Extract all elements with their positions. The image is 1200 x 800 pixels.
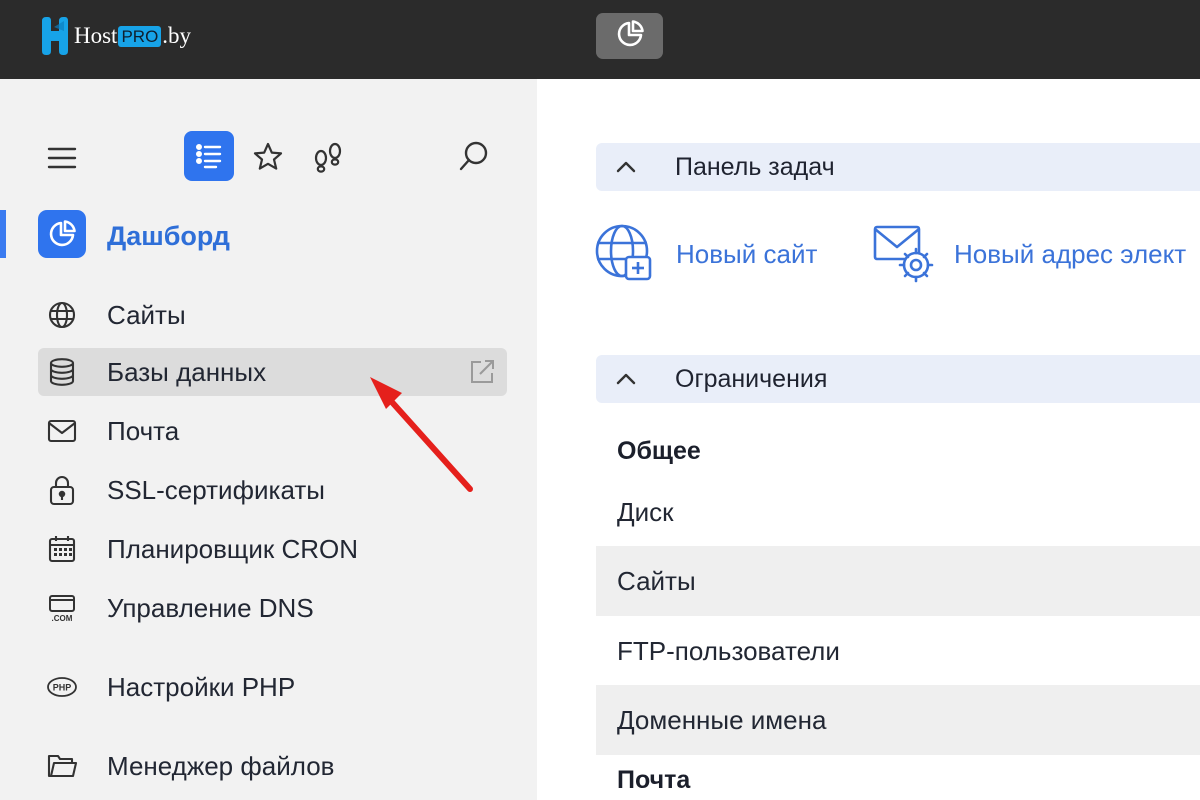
svg-text:.COM: .COM	[52, 614, 73, 623]
limits-row-ftp-users: FTP-пользователи	[596, 616, 1200, 686]
sidebar-item-dns[interactable]: .COM Управление DNS	[38, 584, 507, 632]
limits-title: Ограничения	[675, 364, 828, 393]
limits-row-general: Общее	[596, 416, 1200, 486]
folder-icon	[38, 742, 86, 790]
sidebar-item-cron[interactable]: Планировщик CRON	[38, 525, 507, 573]
limits-row-label: Доменные имена	[617, 704, 827, 735]
mail-gear-icon	[872, 221, 934, 288]
dns-icon: .COM	[38, 584, 86, 632]
pie-chart-icon	[615, 19, 645, 54]
limits-row-sites: Сайты	[596, 546, 1200, 616]
logo-name-pro: PRO	[118, 25, 162, 47]
chevron-up-icon[interactable]	[596, 372, 656, 386]
logo-name-domain: .by	[162, 23, 192, 48]
new-email-label: Новый адрес элект	[954, 238, 1187, 269]
svg-text:PHP: PHP	[53, 683, 72, 693]
globe-icon	[38, 291, 86, 339]
sidebar-item-sites[interactable]: Сайты	[38, 291, 507, 339]
star-icon[interactable]	[248, 135, 288, 179]
mail-icon	[38, 407, 86, 455]
top-dashboard-button[interactable]	[596, 13, 663, 59]
limits-group-label: Почта	[617, 766, 691, 794]
sidebar-item-label: Базы данных	[107, 356, 267, 387]
sidebar-item-label: Планировщик CRON	[107, 533, 358, 564]
hamburger-icon[interactable]	[38, 134, 86, 182]
logo-mark-icon	[38, 15, 72, 57]
lock-icon	[38, 466, 86, 514]
logo-name-host: Host	[74, 23, 118, 48]
calendar-icon	[38, 525, 86, 573]
task-panel-header[interactable]: Панель задач	[596, 143, 1200, 191]
footprints-icon[interactable]	[307, 135, 349, 179]
annotation-arrow	[370, 377, 473, 492]
limits-row-label: FTP-пользователи	[617, 635, 840, 666]
sidebar-item-label: Менеджер файлов	[107, 750, 335, 781]
globe-plus-icon	[594, 221, 656, 288]
sidebar-item-label: Настройки PHP	[107, 671, 296, 702]
task-panel-title: Панель задач	[675, 152, 835, 181]
new-site-action[interactable]: Новый сайт	[594, 224, 817, 284]
limits-row-mail: Почта	[596, 752, 1200, 800]
sidebar-item-label: Сайты	[107, 299, 186, 330]
active-indicator	[0, 210, 6, 258]
sidebar-item-dashboard[interactable]: Дашборд	[107, 221, 230, 252]
new-email-action[interactable]: Новый адрес элект	[872, 224, 1186, 284]
search-icon[interactable]	[452, 134, 496, 178]
list-icon[interactable]	[184, 131, 234, 181]
sidebar-item-label: Управление DNS	[107, 592, 314, 623]
database-icon	[38, 348, 86, 396]
new-site-label: Новый сайт	[676, 238, 818, 269]
logo-text: Host PRO .by	[74, 23, 191, 49]
limits-header[interactable]: Ограничения	[596, 355, 1200, 403]
php-icon: PHP	[38, 663, 86, 711]
sidebar-item-label: SSL-сертификаты	[107, 474, 325, 505]
sidebar-item-php[interactable]: PHP Настройки PHP	[38, 663, 507, 711]
limits-row-domains: Доменные имена	[596, 685, 1200, 755]
top-bar: Host PRO .by	[0, 0, 1200, 79]
limits-row-label: Диск	[617, 496, 674, 527]
dashboard-nav-icon[interactable]	[38, 210, 86, 258]
limits-group-label: Общее	[617, 436, 701, 465]
limits-row-disk: Диск	[596, 477, 1200, 547]
sidebar-item-file-manager[interactable]: Менеджер файлов	[38, 742, 507, 790]
sidebar: Дашборд Сайты Базы данных Почта SSL-серт…	[0, 79, 537, 800]
limits-row-label: Сайты	[617, 565, 696, 596]
chevron-up-icon[interactable]	[596, 160, 656, 174]
sidebar-item-label: Почта	[107, 415, 180, 446]
logo[interactable]: Host PRO .by	[38, 14, 191, 58]
